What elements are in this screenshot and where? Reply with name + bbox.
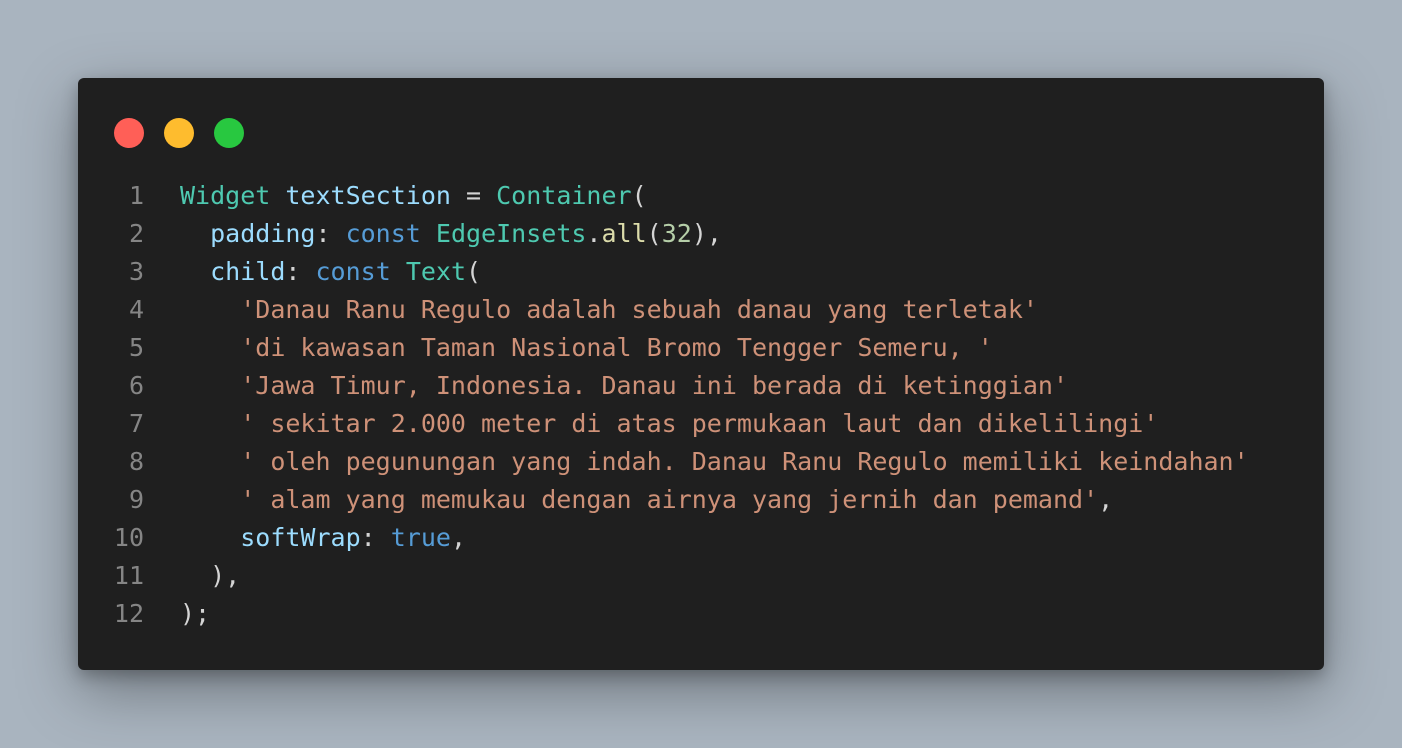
code-text: ); xyxy=(180,595,210,633)
code-token-default: : xyxy=(360,523,391,552)
code-line: 4 'Danau Ranu Regulo adalah sebuah danau… xyxy=(78,291,1324,329)
code-token-default xyxy=(270,181,285,210)
code-line: 8 ' oleh pegunungan yang indah. Danau Ra… xyxy=(78,443,1324,481)
code-token-default: , xyxy=(1098,485,1114,514)
code-text: 'Jawa Timur, Indonesia. Danau ini berada… xyxy=(180,367,1068,405)
code-token-type: Widget xyxy=(180,181,271,210)
code-token-default: . xyxy=(586,219,602,248)
code-token-string: ' sekitar 2.000 meter di atas permukaan … xyxy=(240,409,1159,438)
line-number: 9 xyxy=(128,485,144,514)
code-text: ), xyxy=(180,557,240,595)
code-token-default xyxy=(180,447,240,476)
code-token-string: ' oleh pegunungan yang indah. Danau Ranu… xyxy=(240,447,1249,476)
code-token-default: , xyxy=(450,523,467,552)
code-token-default xyxy=(180,485,240,514)
code-text: ' oleh pegunungan yang indah. Danau Ranu… xyxy=(180,443,1249,481)
code-line: 6 'Jawa Timur, Indonesia. Danau ini bera… xyxy=(78,367,1324,405)
code-token-default xyxy=(421,219,436,248)
line-number: 11 xyxy=(113,561,144,590)
line-number: 1 xyxy=(128,181,144,210)
code-token-string: ' alam yang memukau dengan airnya yang j… xyxy=(240,485,1099,514)
code-token-default xyxy=(180,409,240,438)
code-token-default xyxy=(391,257,406,286)
close-dot-icon[interactable] xyxy=(114,118,144,148)
code-token-default xyxy=(180,333,240,362)
code-token-default: ); xyxy=(180,599,211,628)
line-number: 10 xyxy=(113,523,144,552)
code-token-variable: textSection xyxy=(285,181,451,210)
line-number: 6 xyxy=(128,371,144,400)
code-token-string: 'di kawasan Taman Nasional Bromo Tengger… xyxy=(240,333,993,362)
code-line: 12); xyxy=(78,595,1324,633)
code-text: 'di kawasan Taman Nasional Bromo Tengger… xyxy=(180,329,993,367)
code-line: 3 child: const Text( xyxy=(78,253,1324,291)
code-line: 9 ' alam yang memukau dengan airnya yang… xyxy=(78,481,1324,519)
code-text: softWrap: true, xyxy=(180,519,466,557)
code-text: ' alam yang memukau dengan airnya yang j… xyxy=(180,481,1113,519)
code-token-variable: softWrap xyxy=(240,523,361,552)
code-line: 11 ), xyxy=(78,557,1324,595)
code-token-type: Container xyxy=(496,181,632,210)
code-token-default: ( xyxy=(646,219,662,248)
code-token-default: : xyxy=(315,219,346,248)
code-token-default xyxy=(180,523,240,552)
code-text: child: const Text( xyxy=(180,253,481,291)
code-token-keyword: true xyxy=(390,523,451,552)
line-number: 2 xyxy=(128,219,144,248)
maximize-dot-icon[interactable] xyxy=(214,118,244,148)
code-token-default xyxy=(180,371,240,400)
code-token-function: all xyxy=(601,219,647,248)
code-token-default: = xyxy=(450,181,497,210)
code-token-number: 32 xyxy=(661,219,692,248)
code-text: padding: const EdgeInsets.all(32), xyxy=(180,215,722,253)
code-token-default: ( xyxy=(466,257,482,286)
code-line: 5 'di kawasan Taman Nasional Bromo Tengg… xyxy=(78,329,1324,367)
code-token-type: EdgeInsets xyxy=(435,219,587,248)
code-text: Widget textSection = Container( xyxy=(180,177,647,215)
code-line: 2 padding: const EdgeInsets.all(32), xyxy=(78,215,1324,253)
code-token-default: : xyxy=(285,257,316,286)
code-line: 7 ' sekitar 2.000 meter di atas permukaa… xyxy=(78,405,1324,443)
line-number: 7 xyxy=(128,409,144,438)
code-token-default xyxy=(180,295,240,324)
code-token-string: 'Danau Ranu Regulo adalah sebuah danau y… xyxy=(240,295,1038,324)
code-line: 10 softWrap: true, xyxy=(78,519,1324,557)
line-number: 12 xyxy=(113,599,144,628)
code-line: 1 Widget textSection = Container( xyxy=(78,177,1324,215)
line-number: 4 xyxy=(128,295,144,324)
code-token-variable: padding xyxy=(210,219,316,248)
code-text: ' sekitar 2.000 meter di atas permukaan … xyxy=(180,405,1158,443)
code-token-default xyxy=(180,219,210,248)
code-token-string: 'Jawa Timur, Indonesia. Danau ini berada… xyxy=(240,371,1069,400)
code-text: 'Danau Ranu Regulo adalah sebuah danau y… xyxy=(180,291,1038,329)
line-number: 8 xyxy=(128,447,144,476)
minimize-dot-icon[interactable] xyxy=(164,118,194,148)
code-token-type: Text xyxy=(405,257,467,286)
code-token-keyword: const xyxy=(315,257,391,286)
code-token-keyword: const xyxy=(345,219,421,248)
code-token-default xyxy=(180,257,210,286)
line-number: 3 xyxy=(128,257,144,286)
code-token-default: ), xyxy=(691,219,722,248)
code-token-default: ( xyxy=(631,181,647,210)
code-token-default: ), xyxy=(180,561,241,590)
line-number: 5 xyxy=(128,333,144,362)
code-token-variable: child xyxy=(210,257,286,286)
code-window: 1 Widget textSection = Container(2 paddin… xyxy=(78,78,1324,670)
code-block: 1 Widget textSection = Container(2 paddin… xyxy=(78,177,1324,633)
